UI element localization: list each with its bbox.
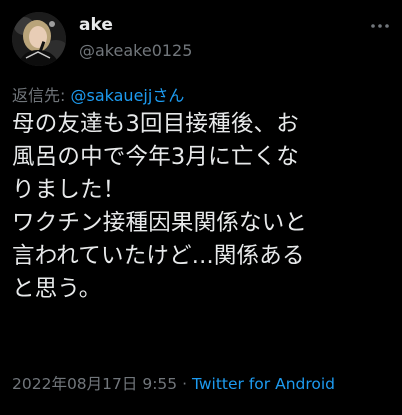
tweet-date[interactable]: 2022年08月17日 — [12, 375, 137, 393]
tweet-detail: ake @akeake0125 返信先: @sakauejjさん 母の友達も3回… — [0, 0, 402, 415]
more-options-icon — [371, 24, 389, 28]
tweet-metadata: 2022年08月17日 9:55 · Twitter for Android — [12, 372, 335, 394]
tweet-text-line: ワクチン接種因果関係ないと — [12, 210, 308, 236]
reply-prefix: 返信先: — [12, 86, 66, 105]
tweet-text-line: 言われていたけど...関係ある — [12, 243, 305, 269]
tweet-text-line: りました！ — [12, 177, 126, 203]
reply-mention-link[interactable]: @sakauejj — [71, 86, 153, 105]
tweet-text-line: と思う。 — [12, 276, 102, 302]
tweet-time[interactable]: 9:55 — [142, 375, 177, 393]
tweet-source-link[interactable]: Twitter for Android — [192, 375, 335, 393]
user-avatar-icon — [12, 12, 66, 66]
tweet-text-line: 風呂の中で今年3月に亡くな — [12, 144, 299, 170]
more-options-button[interactable] — [368, 14, 392, 38]
reply-mention-suffix[interactable]: さん — [152, 86, 184, 105]
username-handle[interactable]: @akeake0125 — [79, 41, 192, 60]
tweet-text-line: 母の友達も3回目接種後、お — [12, 111, 299, 137]
display-name[interactable]: ake — [79, 15, 113, 35]
tweet-text: 母の友達も3回目接種後、お 風呂の中で今年3月に亡くな りました！ ワクチン接種… — [12, 108, 398, 306]
reply-context: 返信先: @sakauejjさん — [12, 82, 184, 106]
avatar[interactable] — [12, 12, 66, 66]
meta-separator: · — [182, 375, 188, 393]
